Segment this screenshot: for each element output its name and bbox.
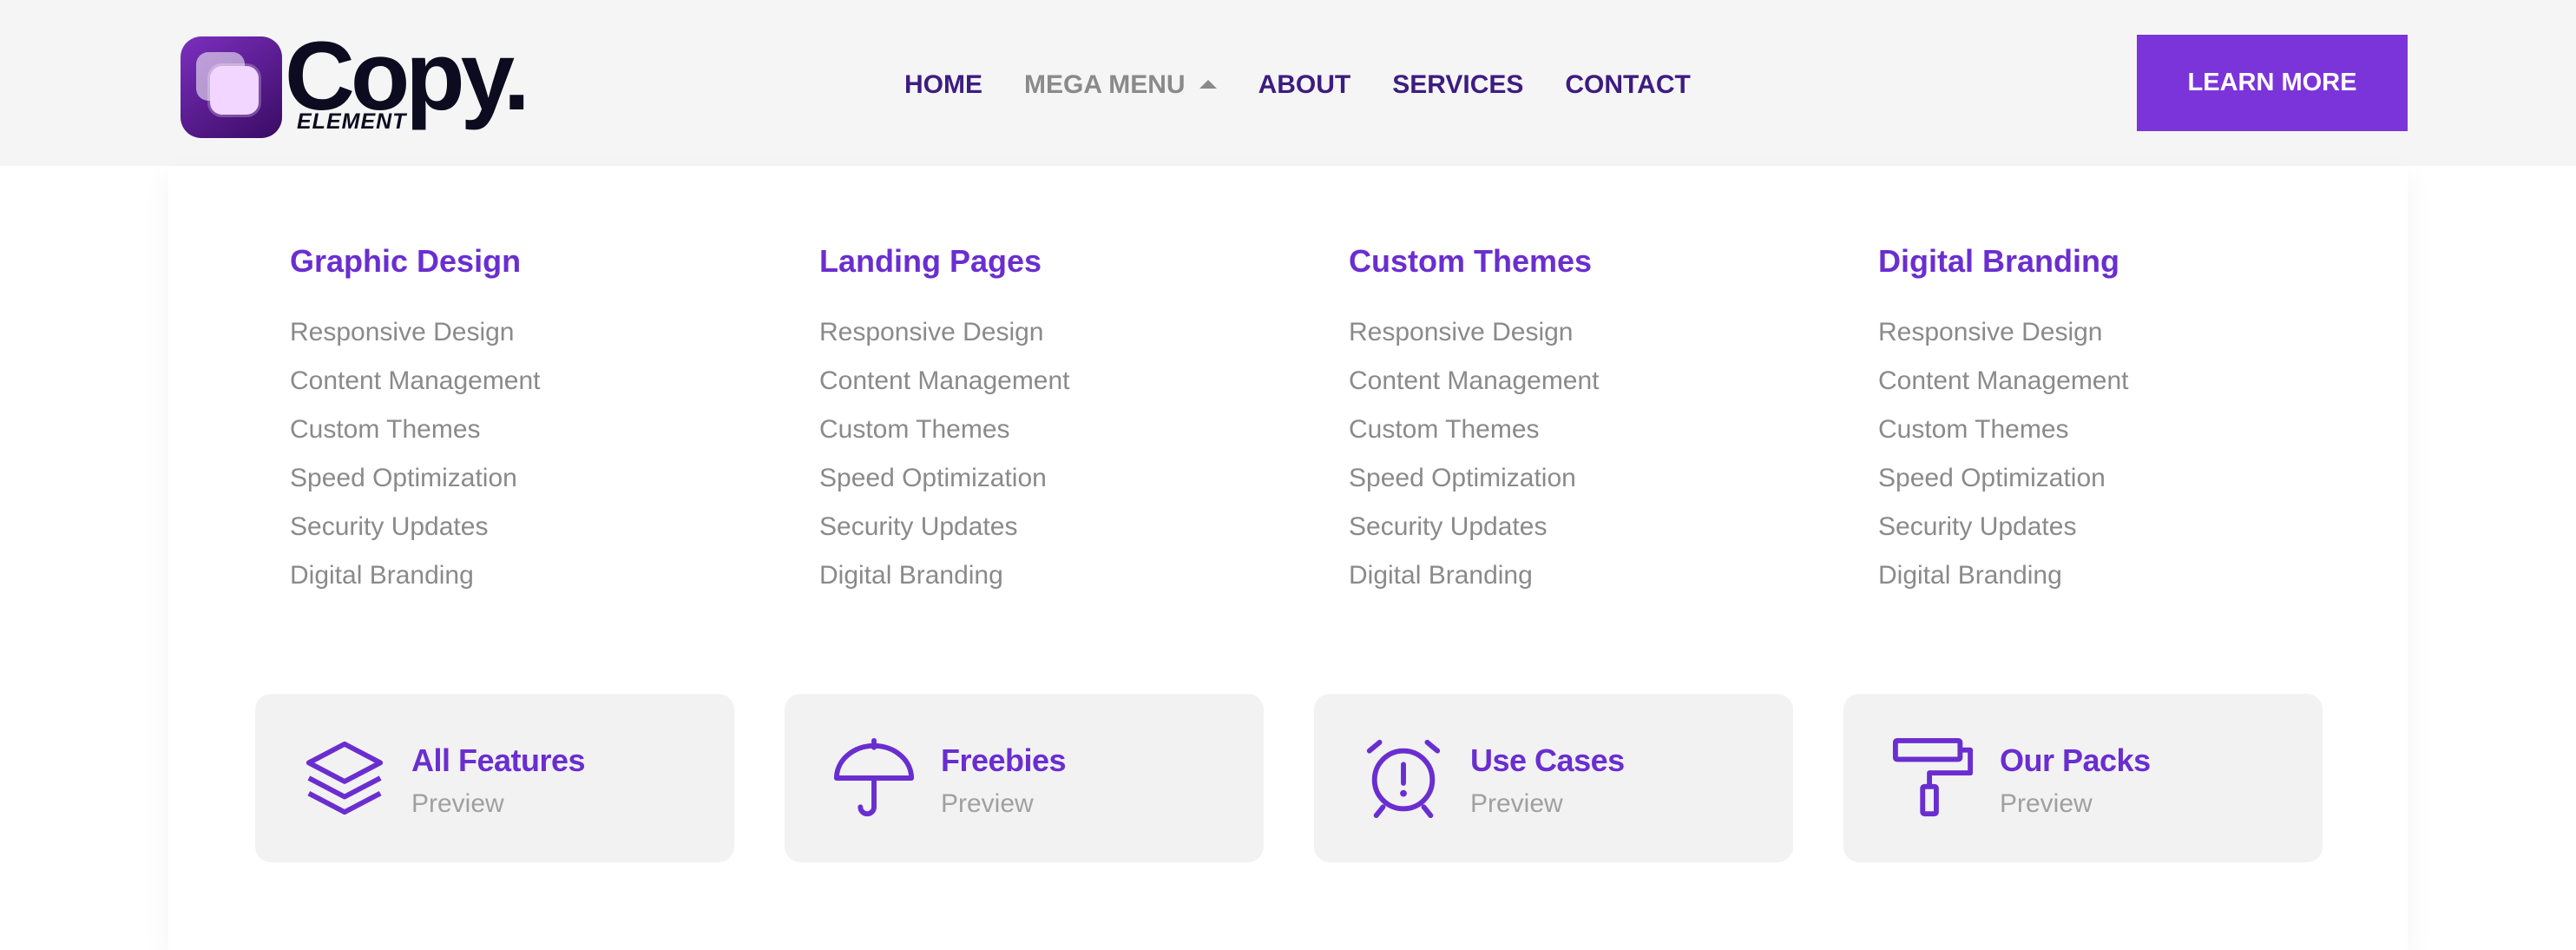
menu-link[interactable]: Custom Themes [819, 404, 1305, 456]
menu-column-graphic-design: Graphic Design Responsive Design Content… [290, 244, 776, 602]
logo-mark-icon [181, 36, 282, 138]
card-freebies[interactable]: Freebies Preview [785, 694, 1264, 862]
layers-icon [306, 741, 384, 815]
menu-link[interactable]: Content Management [819, 355, 1305, 407]
menu-link[interactable]: Content Management [1349, 355, 1835, 407]
column-title: Landing Pages [819, 243, 1042, 279]
brand-logo[interactable]: Copy. ELEMENT [181, 28, 545, 141]
main-nav: HOME MEGA MENU ABOUT SERVICES CONTACT [904, 0, 1691, 166]
menu-link[interactable]: Digital Branding [290, 550, 776, 602]
column-title: Custom Themes [1349, 243, 1593, 279]
nav-item-label: SERVICES [1392, 69, 1524, 99]
feature-cards: All Features Preview Freebies Preview Us… [255, 694, 2323, 862]
menu-link[interactable]: Content Management [290, 355, 776, 407]
menu-link[interactable]: Security Updates [819, 501, 1305, 553]
menu-link[interactable]: Responsive Design [1349, 307, 1835, 359]
card-subtitle: Preview [2000, 789, 2093, 818]
nav-item-label: MEGA MENU [1024, 69, 1186, 99]
card-subtitle: Preview [1470, 789, 1563, 818]
menu-link[interactable]: Security Updates [1349, 501, 1835, 553]
header-bar: Copy. ELEMENT HOME MEGA MENU ABOUT SERVI… [0, 0, 2576, 166]
menu-link[interactable]: Content Management [1878, 355, 2364, 407]
nav-item-mega-menu[interactable]: MEGA MENU [1024, 70, 1217, 100]
menu-link[interactable]: Responsive Design [290, 307, 776, 359]
alarm-clock-icon [1366, 739, 1441, 819]
card-use-cases[interactable]: Use Cases Preview [1314, 694, 1793, 862]
card-all-features[interactable]: All Features Preview [255, 694, 734, 862]
column-title: Graphic Design [290, 243, 522, 279]
caret-up-icon [1199, 79, 1217, 89]
nav-item-label: ABOUT [1258, 69, 1351, 99]
menu-link[interactable]: Speed Optimization [1349, 452, 1835, 505]
card-title: Freebies [941, 742, 1067, 778]
menu-link[interactable]: Security Updates [290, 501, 776, 553]
column-title: Digital Branding [1878, 243, 2119, 279]
nav-item-services[interactable]: SERVICES [1392, 70, 1523, 100]
learn-more-button[interactable]: LEARN MORE [2137, 35, 2408, 131]
menu-link[interactable]: Speed Optimization [819, 452, 1305, 505]
card-title: All Features [411, 742, 586, 778]
menu-link[interactable]: Custom Themes [1349, 404, 1835, 456]
nav-item-label: CONTACT [1565, 69, 1691, 99]
card-title: Our Packs [2000, 742, 2151, 778]
menu-link[interactable]: Responsive Design [819, 307, 1305, 359]
card-subtitle: Preview [941, 789, 1034, 818]
card-title: Use Cases [1470, 742, 1625, 778]
menu-link[interactable]: Security Updates [1878, 501, 2364, 553]
nav-item-label: HOME [904, 69, 982, 99]
menu-link[interactable]: Custom Themes [1878, 404, 2364, 456]
menu-link[interactable]: Speed Optimization [1878, 452, 2364, 505]
umbrella-icon [833, 737, 915, 817]
menu-column-digital-branding: Digital Branding Responsive Design Conte… [1878, 244, 2364, 602]
nav-item-about[interactable]: ABOUT [1258, 70, 1351, 100]
nav-item-home[interactable]: HOME [904, 70, 982, 100]
paint-roller-icon [1892, 737, 1974, 817]
menu-link[interactable]: Speed Optimization [290, 452, 776, 505]
menu-column-custom-themes: Custom Themes Responsive Design Content … [1349, 244, 1835, 602]
card-subtitle: Preview [411, 789, 504, 818]
card-our-packs[interactable]: Our Packs Preview [1843, 694, 2323, 862]
menu-column-landing-pages: Landing Pages Responsive Design Content … [819, 244, 1305, 602]
nav-item-contact[interactable]: CONTACT [1565, 70, 1690, 100]
menu-link[interactable]: Digital Branding [1878, 550, 2364, 602]
mega-menu-panel: Graphic Design Responsive Design Content… [168, 166, 2408, 950]
menu-link[interactable]: Digital Branding [1349, 550, 1835, 602]
menu-link[interactable]: Responsive Design [1878, 307, 2364, 359]
menu-link[interactable]: Digital Branding [819, 550, 1305, 602]
menu-link[interactable]: Custom Themes [290, 404, 776, 456]
brand-subtitle: ELEMENT [297, 109, 407, 134]
